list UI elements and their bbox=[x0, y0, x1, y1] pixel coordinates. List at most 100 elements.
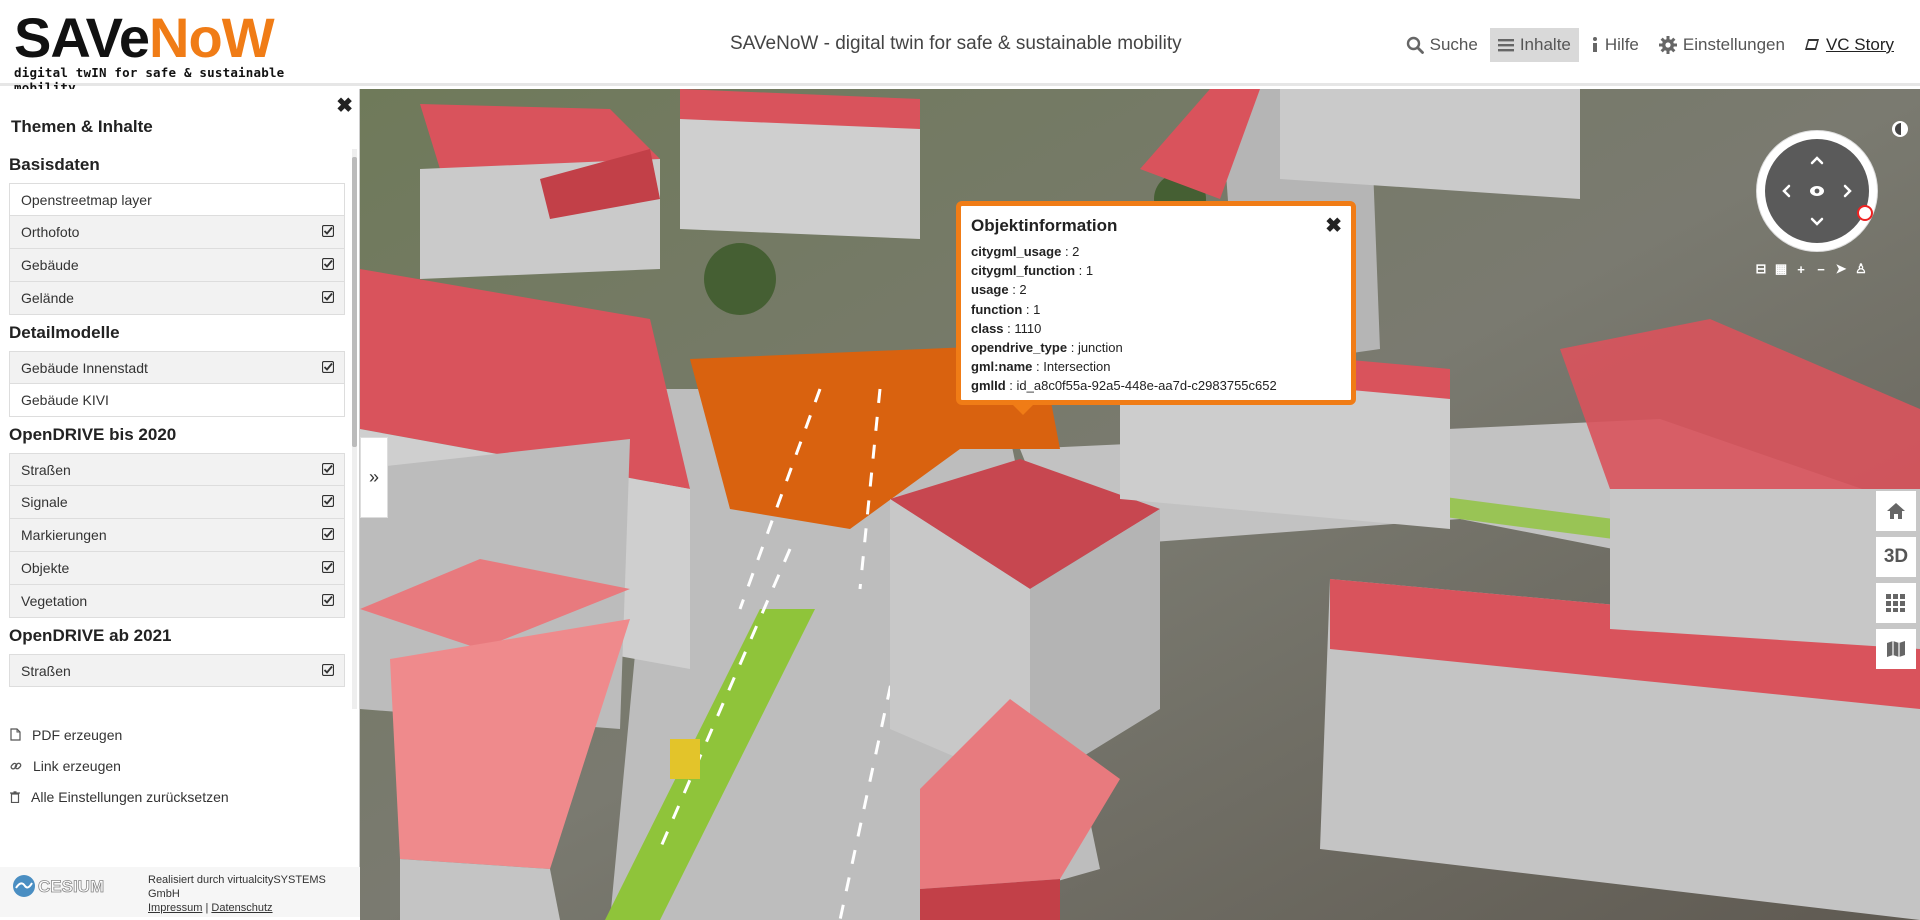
layer-group-title: Detailmodelle bbox=[9, 323, 120, 342]
layer-item[interactable]: Orthofoto bbox=[9, 216, 345, 249]
menu-hilfe[interactable]: Hilfe bbox=[1583, 28, 1647, 62]
cesium-logo-text: CESIUM bbox=[38, 877, 104, 896]
checkbox-checked-icon[interactable] bbox=[322, 527, 334, 543]
checkbox-checked-icon[interactable] bbox=[322, 462, 334, 478]
link-icon bbox=[10, 760, 28, 772]
menu-einstellungen-label: Einstellungen bbox=[1682, 35, 1785, 54]
view-3d-button[interactable]: 3D bbox=[1876, 537, 1916, 577]
checkbox-checked-icon[interactable] bbox=[322, 224, 334, 240]
layer-item-label: Gelände bbox=[21, 290, 74, 306]
logo-part-a: SAVe bbox=[14, 6, 150, 69]
layer-item[interactable]: Gelände bbox=[9, 282, 345, 315]
pdf-icon bbox=[10, 728, 27, 741]
expand-sidebar-button[interactable]: » bbox=[360, 437, 388, 518]
zoom-out-icon[interactable]: − bbox=[1811, 260, 1831, 278]
popup-attribute-list: citygml_usage : 2 citygml_function : 1 usa… bbox=[971, 242, 1341, 396]
menu-einstellungen[interactable]: Einstellungen bbox=[1651, 28, 1793, 62]
layer-item-label: Vegetation bbox=[21, 593, 88, 609]
main-menu: Suche Inhalte Hilfe Einstellungen VC Sto… bbox=[1394, 28, 1902, 62]
layer-tree: Basisdaten Openstreetmap layer Orthofoto Ge… bbox=[9, 155, 345, 707]
attribute-value: 1110 bbox=[1014, 320, 1042, 336]
sidebar-scrollbar[interactable] bbox=[352, 149, 357, 709]
layer-item[interactable]: Vegetation bbox=[9, 585, 345, 618]
checkbox-checked-icon[interactable] bbox=[322, 360, 334, 376]
attribute-value: junction bbox=[1077, 340, 1123, 356]
savenow-logo[interactable]: SAVeNoW digital twIN for safe & sustaina… bbox=[14, 10, 324, 96]
checkbox-checked-icon[interactable] bbox=[322, 593, 334, 609]
checkbox-checked-icon[interactable] bbox=[322, 663, 334, 679]
menu-search-label: Suche bbox=[1429, 35, 1478, 54]
popup-attribute-row: usage : 2 bbox=[971, 280, 1341, 299]
attribute-key: class bbox=[971, 320, 1004, 336]
overview-grid-icon[interactable]: ▦ bbox=[1771, 260, 1791, 278]
menu-hilfe-label: Hilfe bbox=[1604, 35, 1639, 54]
layer-item-label: Gebäude KIVI bbox=[21, 392, 109, 408]
compass-inner[interactable] bbox=[1765, 139, 1869, 243]
oblique-view-button[interactable] bbox=[1876, 583, 1916, 623]
app-footer: CESIUM Realisiert durch virtualcitySYSTE… bbox=[0, 867, 360, 917]
layer-group-title: OpenDRIVE ab 2021 bbox=[9, 626, 172, 645]
layer-group-title: Basisdaten bbox=[9, 155, 100, 174]
gear-icon bbox=[1658, 36, 1677, 54]
grid-icon bbox=[1886, 594, 1905, 612]
menu-vc-story[interactable]: VC Story bbox=[1797, 28, 1902, 62]
attribute-value: 2 bbox=[1019, 282, 1027, 298]
layer-item-label: Straßen bbox=[21, 461, 71, 478]
sidebar-action[interactable]: PDF erzeugen bbox=[10, 719, 229, 750]
datenschutz-link[interactable]: Datenschutz bbox=[211, 902, 272, 914]
checkbox-checked-icon[interactable] bbox=[322, 290, 334, 306]
locate-icon[interactable]: ➤ bbox=[1831, 260, 1851, 278]
attribute-value: 2 bbox=[1072, 244, 1080, 259]
sidebar-close-icon[interactable]: ✖ bbox=[336, 93, 353, 118]
sidebar-actions: PDF erzeugen Link erzeugen Alle Einstellun… bbox=[10, 719, 229, 812]
attribute-key: gml:name bbox=[971, 359, 1033, 375]
attribute-key: usage bbox=[971, 282, 1009, 298]
layer-item[interactable]: Gebäude bbox=[9, 249, 345, 282]
attribute-separator: : bbox=[1003, 320, 1015, 336]
attribute-separator: : bbox=[1005, 378, 1017, 394]
sidebar-action[interactable]: Alle Einstellungen zurücksetzen bbox=[10, 781, 229, 812]
layer-item[interactable]: Straßen bbox=[9, 654, 345, 687]
navigation-compass[interactable] bbox=[1757, 131, 1877, 251]
checkbox-checked-icon[interactable] bbox=[322, 494, 334, 510]
attribute-value: 1 bbox=[1033, 301, 1041, 317]
checkbox-checked-icon[interactable] bbox=[322, 257, 334, 273]
map-info-icon[interactable] bbox=[1892, 121, 1908, 137]
attribute-separator: : bbox=[1008, 282, 1020, 298]
sidebar-action-label: Link erzeugen bbox=[33, 757, 121, 774]
attribute-key: gmlId bbox=[971, 378, 1006, 394]
layer-item[interactable]: Gebäude Innenstadt bbox=[9, 351, 345, 384]
pedestrian-icon[interactable]: ♙ bbox=[1851, 260, 1871, 278]
object-info-popup: Objektinformation ✖ citygml_usage : 2 cit… bbox=[956, 201, 1356, 405]
popup-attribute-row: opendrive_type : junction bbox=[971, 338, 1341, 357]
layer-item[interactable]: Signale bbox=[9, 486, 345, 519]
zoom-in-icon[interactable]: + bbox=[1791, 260, 1811, 278]
home-icon bbox=[1887, 503, 1905, 519]
scrollbar-thumb[interactable] bbox=[352, 157, 357, 447]
attribute-key: citygml_function bbox=[971, 263, 1076, 279]
layer-item-label: Gebäude bbox=[21, 257, 79, 273]
layer-item[interactable]: Gebäude KIVI bbox=[9, 384, 345, 417]
layer-item-label: Straßen bbox=[21, 662, 71, 679]
home-button[interactable] bbox=[1876, 491, 1916, 531]
layer-item[interactable]: Objekte bbox=[9, 552, 345, 585]
tilt-icon[interactable]: ⊟ bbox=[1751, 260, 1771, 278]
attribute-separator: : bbox=[1075, 263, 1086, 279]
checkbox-checked-icon[interactable] bbox=[322, 560, 334, 576]
impressum-link[interactable]: Impressum bbox=[148, 902, 202, 914]
popup-close-icon[interactable]: ✖ bbox=[1325, 213, 1342, 238]
menu-search[interactable]: Suche bbox=[1398, 28, 1486, 62]
attribute-value: id_a8c0f55a-92a5-448e-aa7d-c2983755c652 bbox=[1016, 378, 1277, 394]
layer-group-title: OpenDRIVE bis 2020 bbox=[9, 425, 177, 444]
menu-inhalte-label: Inhalte bbox=[1519, 35, 1571, 54]
popup-attribute-row: citygml_function : 1 bbox=[971, 261, 1341, 280]
sidebar-action[interactable]: Link erzeugen bbox=[10, 750, 229, 781]
menu-inhalte[interactable]: Inhalte bbox=[1489, 28, 1579, 62]
cesium-logo[interactable]: CESIUM bbox=[12, 872, 124, 900]
layer-item[interactable]: Openstreetmap layer bbox=[9, 183, 345, 216]
map-2d-button[interactable] bbox=[1876, 629, 1916, 669]
attribute-value: 1 bbox=[1085, 263, 1094, 279]
layer-item[interactable]: Straßen bbox=[9, 453, 345, 486]
menu-vc-story-label: VC Story bbox=[1825, 35, 1894, 54]
layer-item[interactable]: Markierungen bbox=[9, 519, 345, 552]
